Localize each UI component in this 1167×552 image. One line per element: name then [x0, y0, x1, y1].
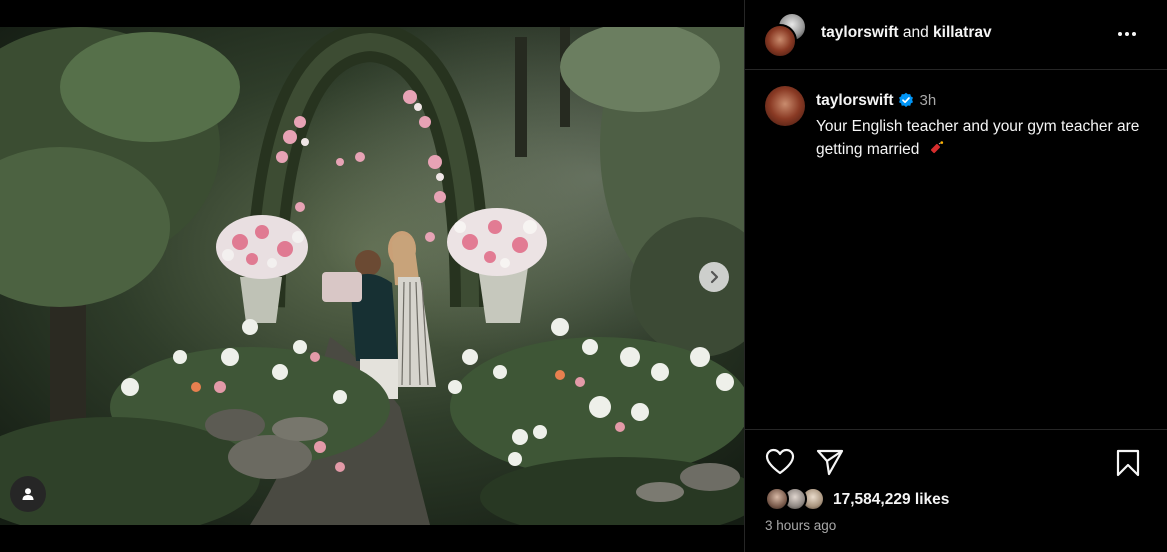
garden-proposal-photo [0, 27, 744, 525]
more-options-icon [1118, 32, 1136, 36]
chevron-right-icon [710, 270, 719, 284]
collab-avatars[interactable] [763, 12, 809, 58]
caption-body: taylorswift 3h Your English teacher and y… [816, 89, 1146, 161]
user-tag-icon [22, 488, 34, 500]
avatar-taylorswift[interactable] [763, 24, 797, 58]
collab-usernames: taylorswift and killatrav [821, 24, 992, 42]
post-photo[interactable] [0, 27, 744, 525]
heart-icon [765, 448, 795, 475]
like-button[interactable] [765, 448, 795, 481]
liker-avatar [765, 487, 789, 511]
and-joiner: and [902, 24, 929, 41]
username-taylorswift-link[interactable]: taylorswift [821, 24, 899, 41]
post-header: taylorswift and killatrav [745, 0, 1167, 70]
dynamite-emoji [930, 141, 943, 154]
tagged-users-button[interactable] [10, 476, 46, 512]
send-icon [816, 449, 844, 476]
bookmark-icon [1116, 449, 1140, 477]
caption-username[interactable]: taylorswift [816, 92, 894, 109]
caption-timestamp[interactable]: 3h [920, 92, 937, 109]
save-button[interactable] [1115, 449, 1141, 482]
caption-avatar[interactable] [765, 86, 805, 126]
post-media [0, 0, 744, 552]
post-time-ago[interactable]: 3 hours ago [765, 518, 836, 533]
caption-text: Your English teacher and your gym teache… [816, 118, 1140, 158]
share-button[interactable] [816, 448, 844, 481]
username-killatrav-link[interactable]: killatrav [933, 24, 992, 41]
more-options-button[interactable] [1115, 24, 1139, 44]
verified-badge-icon [898, 92, 914, 115]
post-details-panel: taylorswift and killatrav taylorswift 3h … [744, 0, 1167, 552]
likes-count[interactable]: 17,584,229 likes [833, 491, 949, 509]
post-actions: 17,584,229 likes 3 hours ago [745, 429, 1167, 552]
next-photo-button[interactable] [699, 262, 729, 292]
